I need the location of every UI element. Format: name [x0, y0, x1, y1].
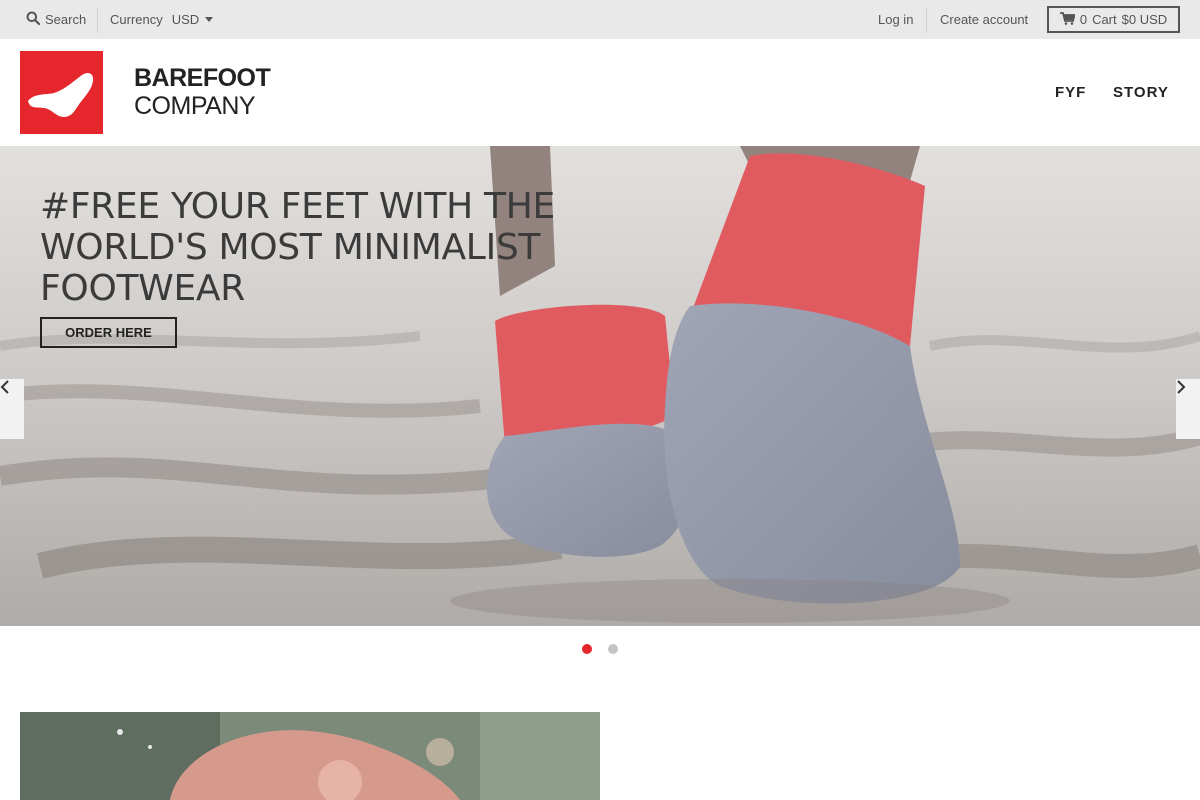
foot-logo-icon	[28, 73, 94, 117]
caret-down-icon	[205, 17, 214, 22]
cart-label: Cart	[1092, 12, 1117, 27]
create-account-link[interactable]: Create account	[940, 0, 1028, 39]
brand-line-2: COMPANY	[134, 92, 256, 120]
brand-wordmark[interactable]: BAREFOOT COMPANY	[134, 64, 271, 120]
slider-next-button[interactable]	[1176, 379, 1200, 439]
currency-dropdown[interactable]: USD	[171, 12, 214, 27]
divider	[926, 7, 927, 33]
search-link[interactable]: Search	[26, 0, 86, 39]
search-label: Search	[45, 12, 87, 27]
brand-line-1: BAREFOOT	[134, 64, 271, 92]
feature-image	[20, 712, 600, 800]
site-header: BAREFOOT COMPANY FYF STORY	[0, 39, 1200, 146]
currency-selector: Currency USD	[110, 0, 214, 39]
hero-slider: #FREE YOUR FEET WITH THE WORLD'S MOST MI…	[0, 146, 1200, 626]
slider-dot-2[interactable]	[608, 644, 618, 654]
cart-icon	[1059, 11, 1076, 28]
order-here-button[interactable]: ORDER HERE	[40, 317, 177, 348]
slider-prev-button[interactable]	[0, 379, 24, 439]
hero-title: #FREE YOUR FEET WITH THE WORLD'S MOST MI…	[40, 186, 555, 309]
top-utility-bar: Search Currency USD Log in Create accoun…	[0, 0, 1200, 39]
currency-label: Currency	[110, 12, 163, 27]
currency-value: USD	[171, 12, 200, 27]
nav-item-fyf[interactable]: FYF	[1055, 39, 1086, 146]
cart-count: 0	[1079, 12, 1088, 27]
logo-mark[interactable]	[20, 51, 103, 134]
cart-button[interactable]: 0 Cart $0 USD	[1047, 6, 1180, 33]
chevron-left-icon	[0, 380, 9, 394]
login-link[interactable]: Log in	[878, 0, 913, 39]
slider-dot-1[interactable]	[582, 644, 592, 654]
search-icon	[26, 11, 41, 28]
divider	[97, 7, 98, 33]
feature-photo	[20, 712, 600, 800]
cart-total: $0 USD	[1121, 12, 1168, 27]
chevron-right-icon	[1177, 380, 1186, 394]
nav-item-story[interactable]: STORY	[1113, 39, 1169, 146]
